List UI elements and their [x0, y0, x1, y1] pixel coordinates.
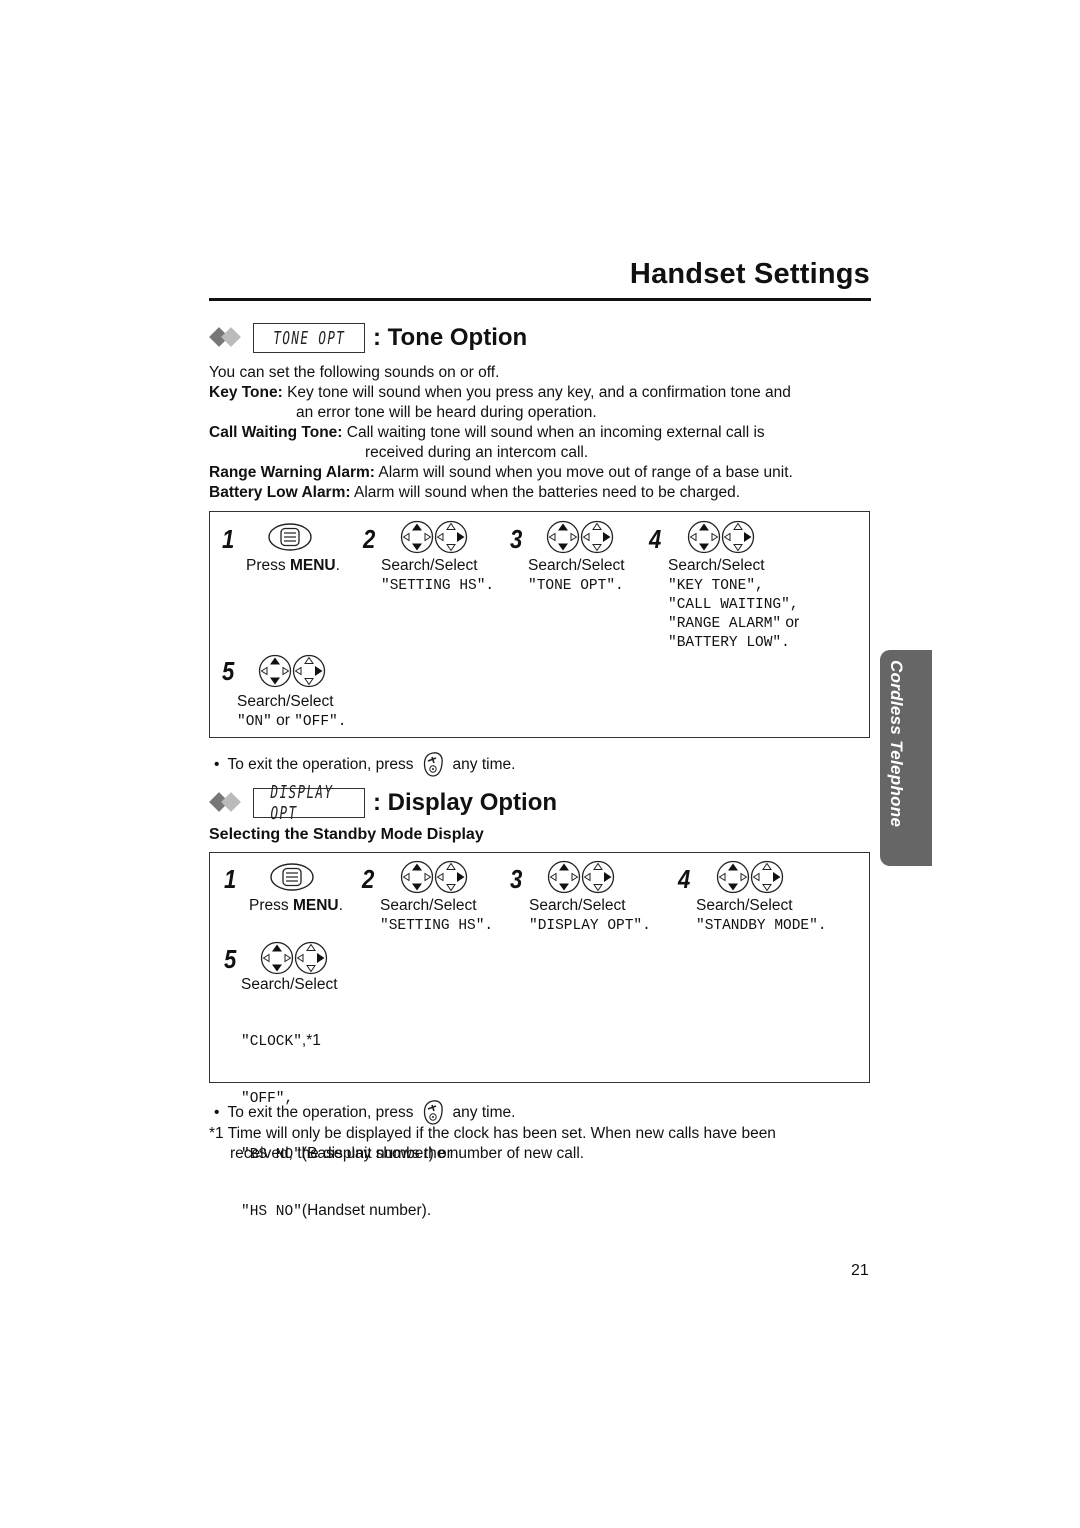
- step-number: 3: [510, 524, 523, 554]
- diamond-bullet-icon: [209, 792, 245, 813]
- step-instruction: Search/Select: [668, 557, 765, 574]
- range-warning-item: Range Warning Alarm: Alarm will sound wh…: [209, 464, 793, 481]
- step-instruction: Search/Select: [380, 897, 477, 914]
- intro-text: You can set the following sounds on or o…: [209, 364, 500, 381]
- page-number: 21: [851, 1262, 869, 1279]
- step-instruction: Search/Select: [696, 897, 793, 914]
- step-number: 1: [224, 864, 237, 894]
- menu-button-icon: [268, 523, 312, 551]
- step-number: 4: [678, 864, 691, 894]
- navigator-key-icon: [687, 520, 755, 554]
- navigator-key-icon: [547, 860, 615, 894]
- step-number: 2: [362, 864, 375, 894]
- step-value: "STANDBY MODE".: [696, 918, 827, 934]
- step-instruction: Press MENU.: [249, 897, 343, 914]
- navigator-key-icon: [260, 941, 328, 975]
- lcd-display: TONE OPT: [253, 323, 365, 353]
- navigator-key-icon: [400, 860, 468, 894]
- step-number: 1: [222, 524, 235, 554]
- step-number: 5: [222, 656, 235, 686]
- section-title: : Tone Option: [373, 324, 528, 351]
- step-number: 5: [224, 944, 237, 974]
- key-tone-item: Key Tone: Key tone will sound when you p…: [209, 384, 791, 401]
- lcd-display: DISPLAY OPT: [253, 782, 365, 824]
- display-option-heading: DISPLAY OPT : Display Option: [209, 782, 558, 824]
- page-title: Handset Settings: [629, 258, 870, 290]
- off-button-icon: [423, 752, 443, 777]
- step-number: 3: [510, 864, 523, 894]
- navigator-key-icon: [546, 520, 614, 554]
- title-rule: [209, 298, 871, 301]
- exit-note: • To exit the operation, press any time.: [214, 1099, 515, 1126]
- navigator-key-icon: [258, 654, 326, 688]
- step-value: "SETTING HS".: [381, 578, 495, 594]
- footnote: *1 Time will only be displayed if the cl…: [209, 1125, 776, 1162]
- step-values: "KEY TONE", "CALL WAITING", "RANGE ALARM" …: [668, 578, 800, 651]
- step-instruction: Search/Select: [241, 976, 338, 993]
- step-value: "SETTING HS".: [380, 918, 494, 934]
- tone-steps-box: 1 Press MENU. 2 Search/Select "SETTING H…: [209, 511, 870, 738]
- call-waiting-item: Call Waiting Tone: Call waiting tone wil…: [209, 424, 765, 441]
- step-instruction: Search/Select: [529, 897, 626, 914]
- step-value: "DISPLAY OPT".: [529, 918, 651, 934]
- step-instruction: Press MENU.: [246, 557, 340, 574]
- section-title: : Display Option: [373, 789, 558, 816]
- step-instruction: Search/Select: [237, 693, 334, 710]
- tone-description: You can set the following sounds on or o…: [209, 364, 793, 501]
- step-value: "TONE OPT".: [528, 578, 624, 594]
- menu-button-icon: [270, 863, 314, 891]
- step-number: 4: [649, 524, 662, 554]
- diamond-bullet-icon: [209, 327, 245, 348]
- section-side-tab: Cordless Telephone: [880, 650, 932, 866]
- step-number: 2: [363, 524, 376, 554]
- step-value: "ON" or "OFF".: [237, 712, 347, 730]
- tone-option-heading: TONE OPT : Tone Option: [209, 321, 527, 355]
- navigator-key-icon: [400, 520, 468, 554]
- exit-note: • To exit the operation, press any time.: [214, 751, 515, 778]
- subheading: Selecting the Standby Mode Display: [209, 826, 484, 843]
- off-button-icon: [423, 1100, 443, 1125]
- display-steps-box: 1 Press MENU. 2 Search/Select "SETTING H…: [209, 852, 870, 1220]
- step-instruction: Search/Select: [381, 557, 478, 574]
- battery-low-item: Battery Low Alarm: Alarm will sound when…: [209, 484, 741, 501]
- navigator-key-icon: [716, 860, 784, 894]
- step-instruction: Search/Select: [528, 557, 625, 574]
